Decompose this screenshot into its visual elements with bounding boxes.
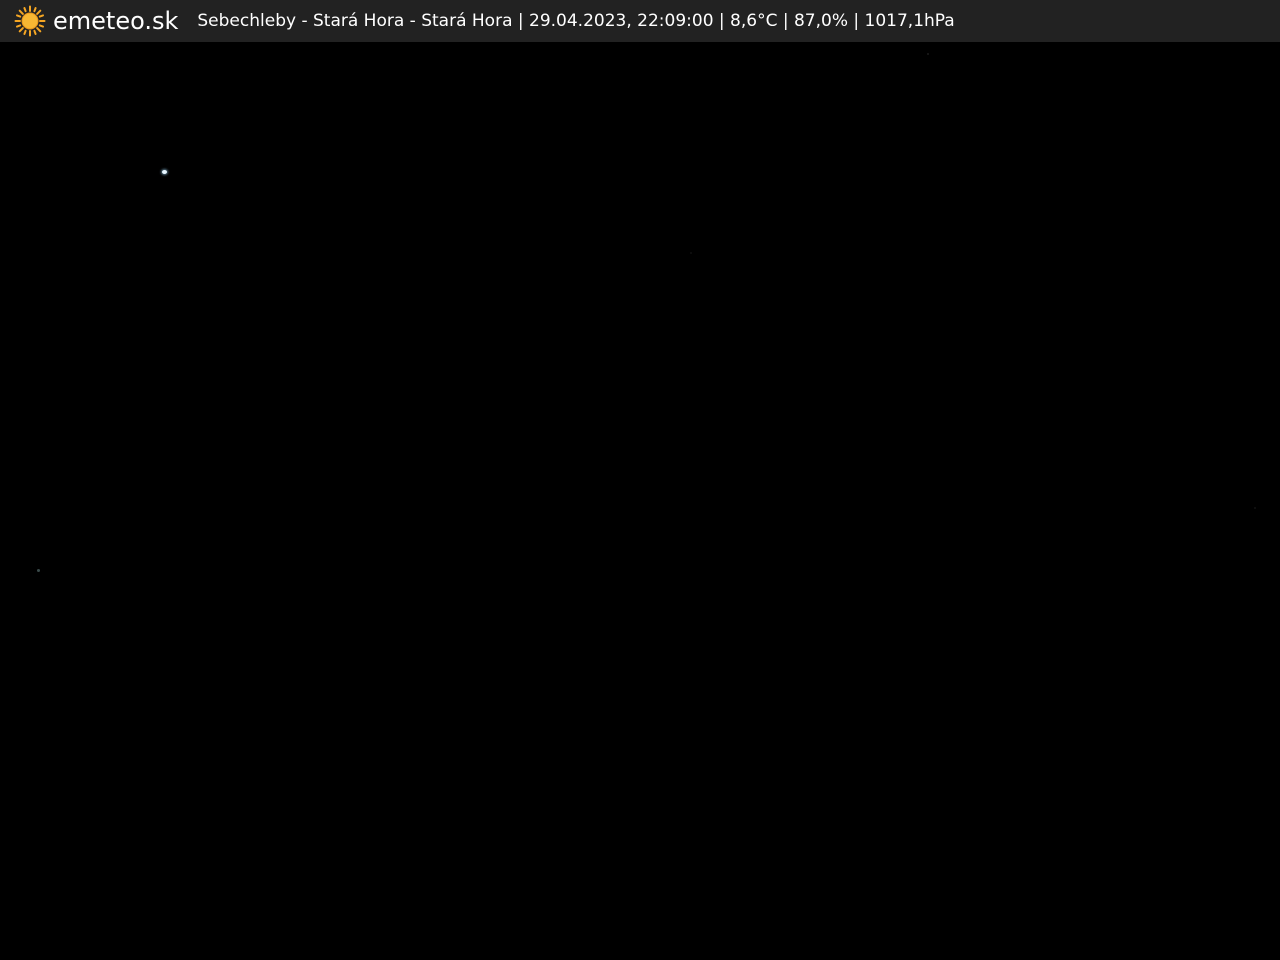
brand-name[interactable]: emeteo.sk bbox=[53, 0, 178, 42]
night-sky-image bbox=[0, 42, 1280, 960]
faint-star bbox=[1254, 507, 1256, 509]
webcam-frame: emeteo.sk Sebechleby - Stará Hora - Star… bbox=[0, 0, 1280, 960]
sun-icon bbox=[14, 5, 46, 37]
header-bar: emeteo.sk Sebechleby - Stará Hora - Star… bbox=[0, 0, 1280, 42]
bright-star bbox=[162, 170, 167, 174]
faint-star bbox=[690, 252, 692, 254]
logo: emeteo.sk bbox=[14, 0, 178, 42]
dim-star bbox=[37, 569, 40, 572]
faint-star bbox=[927, 53, 929, 55]
station-caption: Sebechleby - Stará Hora - Stará Hora | 2… bbox=[197, 11, 955, 31]
